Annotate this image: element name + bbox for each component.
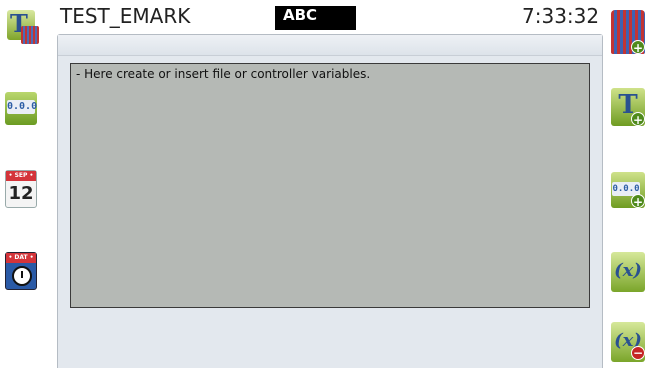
barcode-icon bbox=[21, 26, 39, 44]
panel-header bbox=[58, 35, 602, 56]
time-icon[interactable]: • DAT • bbox=[5, 252, 37, 290]
add-number-icon[interactable]: 0.0.0 + bbox=[611, 172, 645, 209]
add-text-icon[interactable]: T + bbox=[611, 88, 645, 127]
number-glyph: 0.0.0 bbox=[7, 100, 38, 114]
number-format-icon[interactable]: 0.0.0 bbox=[5, 92, 37, 125]
input-mode-indicator[interactable]: ABC bbox=[275, 6, 356, 30]
minus-badge-icon: − bbox=[631, 346, 645, 360]
status-bar: TEST_EMARK ABC 7:33:32 bbox=[0, 0, 647, 32]
plus-badge-icon: + bbox=[631, 112, 645, 127]
time-icon-header: • DAT • bbox=[6, 253, 36, 263]
add-variable-icon[interactable]: + bbox=[611, 10, 645, 55]
document-title: TEST_EMARK bbox=[60, 4, 191, 28]
variable-editor-area[interactable]: - Here create or insert file or controll… bbox=[70, 63, 590, 308]
date-icon[interactable]: • SEP • 12 bbox=[5, 170, 37, 208]
remove-function-icon[interactable]: (x) − bbox=[611, 322, 645, 362]
text-variable-icon[interactable]: T bbox=[7, 10, 39, 44]
clock: 7:33:32 bbox=[522, 4, 600, 28]
date-icon-header: • SEP • bbox=[6, 171, 36, 181]
plus-badge-icon: + bbox=[631, 40, 645, 55]
clock-face-icon bbox=[12, 266, 32, 286]
editor-hint-text: - Here create or insert file or controll… bbox=[76, 67, 371, 81]
plus-badge-icon: + bbox=[631, 194, 645, 209]
function-icon[interactable]: (x) bbox=[611, 252, 645, 292]
date-icon-day: 12 bbox=[8, 183, 34, 204]
function-glyph: (x) bbox=[614, 260, 642, 281]
